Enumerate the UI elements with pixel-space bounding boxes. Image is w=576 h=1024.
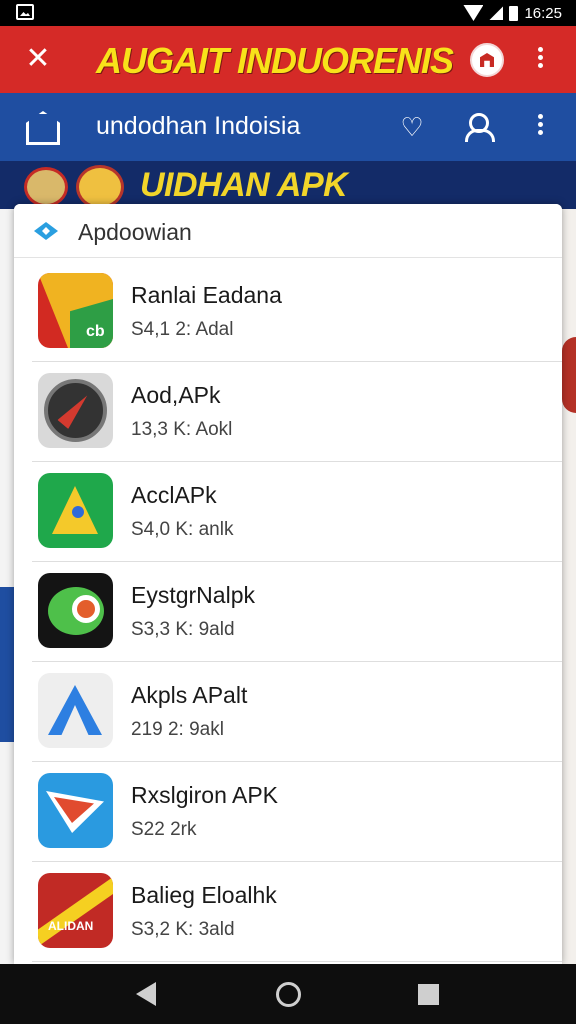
site-header: undodhan Indoisia ♡ (0, 93, 576, 161)
gallery-notification-icon (16, 4, 34, 20)
app-icon (38, 673, 113, 748)
app-list-item[interactable]: ALIDAN Balieg Eloalhk S3,2 K: 3ald (32, 862, 562, 962)
app-name: Balieg Eloalhk (131, 882, 277, 908)
promo-banner: UIDHAN APK (0, 161, 576, 209)
wifi-icon (463, 5, 484, 21)
header-more-icon[interactable] (530, 111, 550, 143)
app-name: Akpls APalt (131, 682, 248, 708)
app-meta: S3,3 K: 9ald (131, 619, 235, 640)
app-icon (38, 773, 113, 848)
app-list-item[interactable]: Aod,APk 13,3 K: Aokl (32, 362, 562, 462)
app-meta: S3,2 K: 3ald (131, 919, 235, 940)
app-icon (38, 573, 113, 648)
recents-icon[interactable] (418, 984, 439, 1005)
status-icons: 16:25 (463, 3, 562, 23)
diamond-icon (34, 222, 58, 240)
battery-icon (509, 5, 519, 21)
app-meta: S4,0 K: anlk (131, 519, 234, 540)
banner-emblem-icon (76, 165, 124, 209)
app-icon (38, 473, 113, 548)
home-circle-icon[interactable] (276, 982, 301, 1007)
app-name: Rxslgiron APK (131, 782, 279, 808)
back-icon[interactable] (136, 982, 156, 1006)
sheet-title: Apdoowian (78, 219, 192, 245)
brand-logo-icon[interactable] (470, 43, 504, 77)
app-icon: cb (38, 273, 113, 348)
favorite-icon[interactable]: ♡ (399, 112, 425, 142)
top-app-bar: ✕ AUGAIT INDUORENIS (0, 26, 576, 93)
background-right (562, 209, 576, 964)
app-name: Aod,APk (131, 382, 221, 408)
signal-icon (489, 6, 504, 20)
background-left (0, 209, 14, 964)
top-bar-title: AUGAIT INDUORENIS (96, 40, 454, 81)
app-name: Ranlai Eadana (131, 282, 282, 308)
status-bar: 16:25 (0, 0, 576, 26)
more-options-icon[interactable] (530, 44, 550, 76)
app-list-item[interactable]: EystgrNalpk S3,3 K: 9ald (32, 562, 562, 662)
banner-title: UIDHAN APK (140, 166, 348, 204)
app-list: cb Ranlai Eadana S4,1 2: Adal Aod,APk 13… (14, 262, 562, 962)
app-meta: S4,1 2: Adal (131, 319, 234, 340)
close-icon[interactable]: ✕ (22, 43, 54, 75)
app-picker-sheet: Apdoowian cb Ranlai Eadana S4,1 2: Adal … (14, 204, 562, 964)
status-time: 16:25 (524, 4, 562, 22)
banner-badge-icon (24, 167, 68, 207)
app-name: EystgrNalpk (131, 582, 255, 608)
app-meta: 219 2: 9akl (131, 719, 224, 740)
app-icon: ALIDAN (38, 873, 113, 948)
app-meta: S22 2rk (131, 819, 197, 840)
system-navigation-bar (0, 964, 576, 1024)
site-title: undodhan Indoisia (96, 112, 301, 140)
app-list-item[interactable]: Rxslgiron APK S22 2rk (32, 762, 562, 862)
sheet-header: Apdoowian (14, 204, 562, 258)
compass-app-icon (38, 373, 113, 448)
home-icon[interactable] (22, 111, 58, 143)
app-meta: 13,3 K: Aokl (131, 419, 233, 440)
app-list-item[interactable]: Akpls APalt 219 2: 9akl (32, 662, 562, 762)
app-list-item[interactable]: cb Ranlai Eadana S4,1 2: Adal (32, 262, 562, 362)
app-name: AcclAPk (131, 482, 217, 508)
account-icon[interactable] (462, 111, 495, 143)
app-list-item[interactable]: AcclAPk S4,0 K: anlk (32, 462, 562, 562)
